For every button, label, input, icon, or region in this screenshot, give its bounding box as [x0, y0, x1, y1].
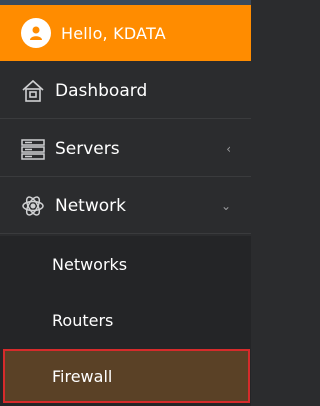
sidebar-item-servers[interactable]: Servers ‹	[0, 121, 251, 177]
network-icon	[20, 193, 46, 219]
home-icon	[20, 78, 46, 104]
dashboard-label: Dashboard	[55, 80, 148, 101]
servers-label: Servers	[55, 138, 120, 159]
routers-label: Routers	[52, 310, 114, 330]
submenu-item-routers[interactable]: Routers	[0, 292, 251, 348]
chevron-left-icon[interactable]: ‹	[226, 142, 231, 156]
user-header[interactable]: Hello, KDATA	[0, 5, 251, 61]
firewall-label: Firewall	[52, 366, 113, 386]
network-label: Network	[55, 195, 126, 216]
sidebar-item-dashboard[interactable]: Dashboard	[0, 63, 251, 119]
networks-label: Networks	[52, 254, 128, 274]
greeting-text: Hello, KDATA	[61, 23, 166, 43]
user-avatar-icon	[21, 18, 51, 48]
submenu-item-firewall[interactable]: Firewall	[3, 349, 250, 403]
server-icon	[20, 136, 46, 162]
sidebar-item-network[interactable]: Network ⌄	[0, 178, 251, 234]
submenu-item-networks[interactable]: Networks	[0, 236, 251, 292]
chevron-down-icon[interactable]: ⌄	[221, 199, 231, 213]
